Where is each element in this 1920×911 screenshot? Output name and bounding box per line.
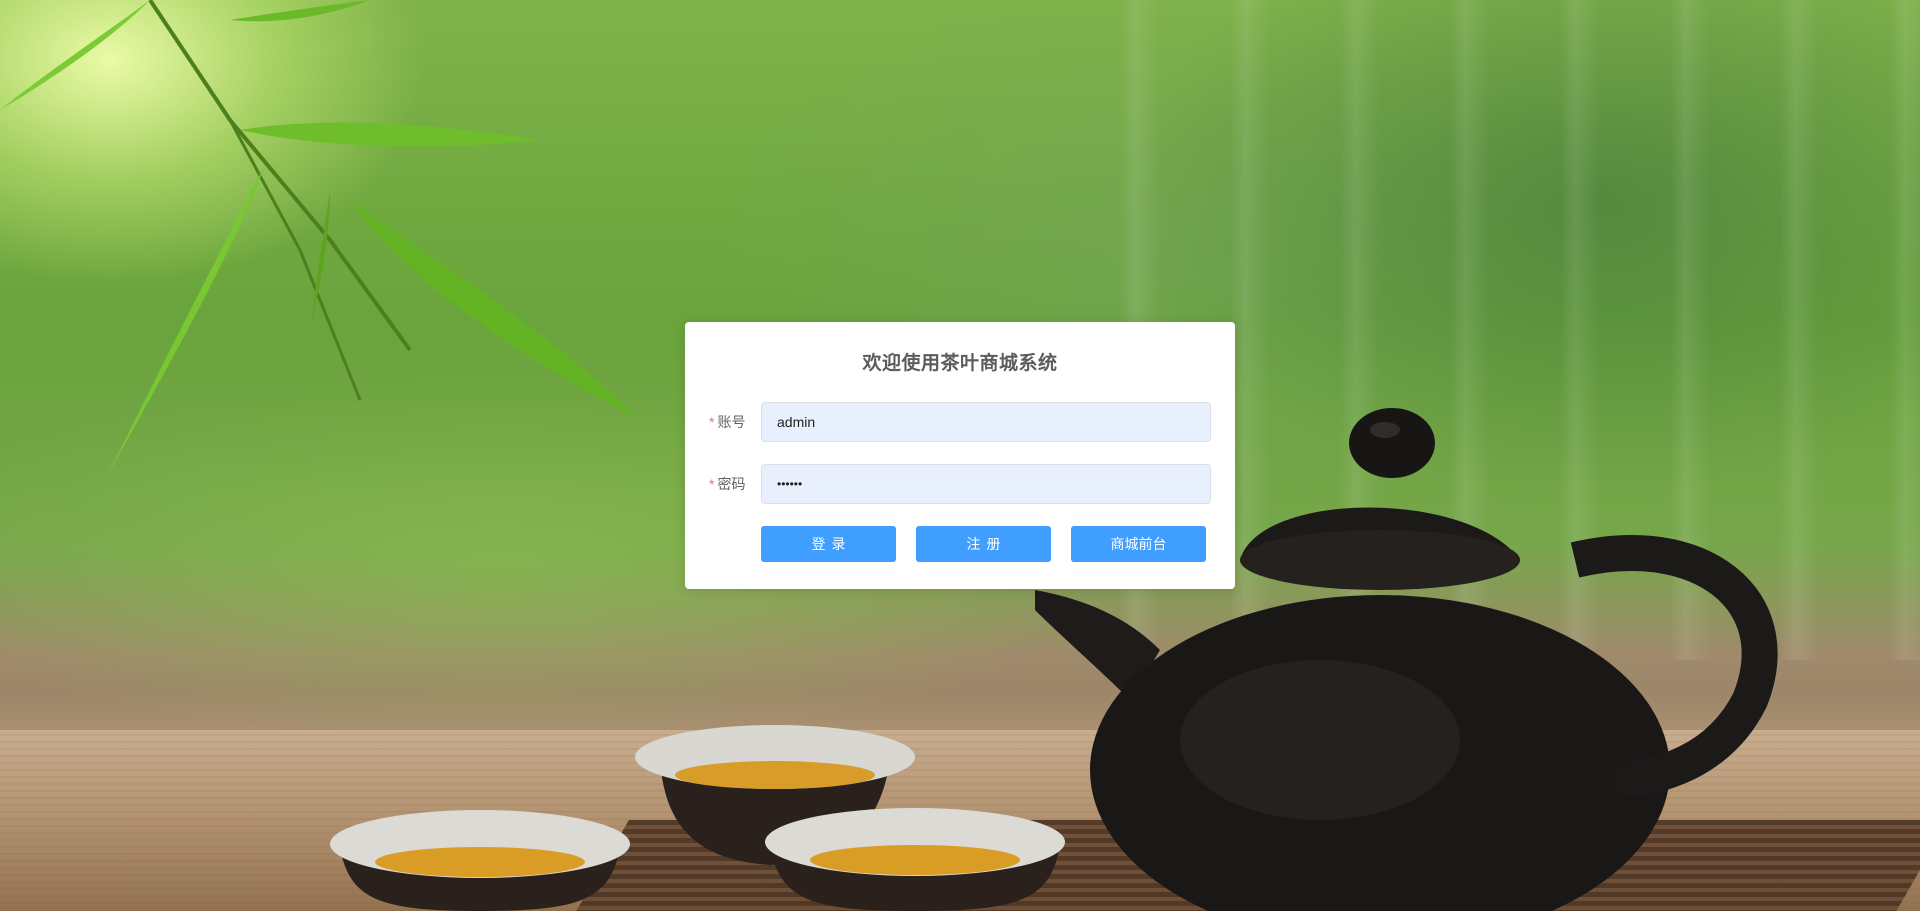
shop-frontend-button[interactable]: 商城前台 (1071, 526, 1206, 562)
password-input[interactable] (761, 464, 1211, 504)
password-label-text: 密码 (717, 476, 746, 492)
login-title: 欢迎使用茶叶商城系统 (862, 353, 1058, 374)
login-page: 欢迎使用茶叶商城系统 *账号 *密码 登录 注册 商城前台 (0, 0, 1920, 911)
password-label: * 密码 (709, 464, 745, 504)
account-row: * 账号 (685, 402, 1235, 442)
bamboo-leaves (0, 0, 640, 480)
login-button[interactable]: 登录 (761, 526, 896, 562)
account-input[interactable] (761, 402, 1211, 442)
password-row: * 密码 (685, 464, 1235, 504)
required-star: * (709, 414, 715, 430)
tea-cups (330, 725, 1065, 911)
login-card: 欢迎使用茶叶商城系统 *账号 *密码 登录 注册 商城前台 (685, 322, 1235, 589)
button-row: 登录 注册 商城前台 (761, 526, 1211, 562)
register-button[interactable]: 注册 (916, 526, 1051, 562)
account-label: * 账号 (709, 402, 745, 442)
account-label-text: 账号 (717, 414, 746, 430)
required-star: * (709, 476, 715, 492)
